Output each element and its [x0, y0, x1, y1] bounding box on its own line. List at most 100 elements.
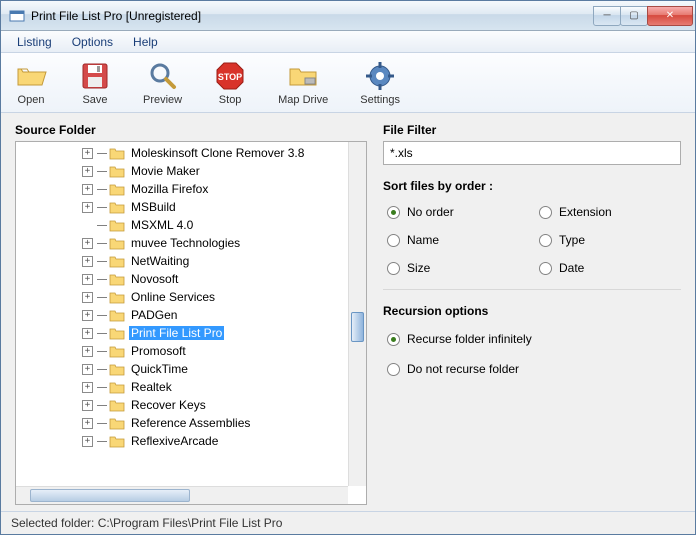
- tree-node[interactable]: + Online Services: [16, 288, 348, 306]
- expand-icon[interactable]: +: [82, 436, 93, 447]
- tree-node-label: Online Services: [129, 290, 217, 304]
- tree-node-label: QuickTime: [129, 362, 190, 376]
- tree-node[interactable]: +Mozilla Firefox: [16, 180, 348, 198]
- radio-name[interactable]: Name: [387, 233, 529, 247]
- tree-node[interactable]: +MSBuild: [16, 198, 348, 216]
- tree-node[interactable]: + Realtek: [16, 378, 348, 396]
- expand-icon[interactable]: +: [82, 292, 93, 303]
- expand-icon[interactable]: +: [82, 184, 93, 195]
- preview-button[interactable]: Preview: [137, 58, 188, 108]
- recursion-group: Recursion options Recurse folder infinit…: [383, 304, 681, 376]
- toolbar: Open Save Preview STOP Stop Map Drive Se…: [1, 53, 695, 113]
- statusbar: Selected folder: C:\Program Files\Print …: [1, 511, 695, 534]
- source-folder-heading: Source Folder: [15, 123, 367, 137]
- tree-node-label: Promosoft: [129, 344, 188, 358]
- tree-node[interactable]: + QuickTime: [16, 360, 348, 378]
- radio-recurse-infinite[interactable]: Recurse folder infinitely: [387, 332, 681, 346]
- menu-help[interactable]: Help: [123, 32, 168, 52]
- radio-icon: [387, 206, 400, 219]
- horizontal-scrollbar[interactable]: [16, 486, 348, 504]
- folder-icon: [109, 416, 125, 430]
- maximize-button[interactable]: ▢: [620, 6, 648, 26]
- tree-node[interactable]: + Recover Keys: [16, 396, 348, 414]
- gear-icon: [364, 60, 396, 92]
- source-folder-panel: Source Folder + Moleskinsoft Clone Remove…: [15, 123, 367, 505]
- tree-node[interactable]: + Moleskinsoft Clone Remover 3.8: [16, 144, 348, 162]
- folder-icon: [109, 254, 125, 268]
- tree-node-label: PADGen: [129, 308, 179, 322]
- radio-noorder[interactable]: No order: [387, 205, 529, 219]
- open-label: Open: [18, 94, 45, 106]
- tree-node[interactable]: +Movie Maker: [16, 162, 348, 180]
- tree-node[interactable]: + NetWaiting: [16, 252, 348, 270]
- radio-date[interactable]: Date: [539, 261, 681, 275]
- tree-node-label: Moleskinsoft Clone Remover 3.8: [129, 146, 306, 160]
- menu-listing[interactable]: Listing: [7, 32, 62, 52]
- menubar: Listing Options Help: [1, 31, 695, 53]
- radio-recurse-none[interactable]: Do not recurse folder: [387, 362, 681, 376]
- mapdrive-button[interactable]: Map Drive: [272, 58, 334, 108]
- folder-icon: [109, 326, 125, 340]
- folder-tree[interactable]: + Moleskinsoft Clone Remover 3.8 +Movie Ma…: [15, 141, 367, 505]
- tree-node-label: NetWaiting: [129, 254, 191, 268]
- tree-node[interactable]: MSXML 4.0: [16, 216, 348, 234]
- expand-icon[interactable]: +: [82, 166, 93, 177]
- sort-group: Sort files by order : No order Extension…: [383, 179, 681, 290]
- expand-icon[interactable]: +: [82, 400, 93, 411]
- stop-icon: STOP: [214, 60, 246, 92]
- tree-node-label: Reference Assemblies: [129, 416, 252, 430]
- tree-node-label: Print File List Pro: [129, 326, 224, 340]
- expand-icon[interactable]: +: [82, 148, 93, 159]
- folder-icon: [109, 362, 125, 376]
- tree-node[interactable]: + Reference Assemblies: [16, 414, 348, 432]
- expand-icon[interactable]: +: [82, 238, 93, 249]
- radio-type[interactable]: Type: [539, 233, 681, 247]
- stop-button[interactable]: STOP Stop: [208, 58, 252, 108]
- expand-icon[interactable]: +: [82, 310, 93, 321]
- radio-icon: [387, 234, 400, 247]
- expand-icon[interactable]: +: [82, 364, 93, 375]
- folder-open-icon: [15, 60, 47, 92]
- radio-size[interactable]: Size: [387, 261, 529, 275]
- tree-node[interactable]: + Print File List Pro: [16, 324, 348, 342]
- expand-icon[interactable]: +: [82, 328, 93, 339]
- scroll-thumb[interactable]: [351, 312, 364, 342]
- titlebar[interactable]: Print File List Pro [Unregistered] ─ ▢ ✕: [1, 1, 695, 31]
- tree-node[interactable]: + Promosoft: [16, 342, 348, 360]
- sort-heading: Sort files by order :: [383, 179, 681, 193]
- tree-node-label: Novosoft: [129, 272, 180, 286]
- tree-node-label: muvee Technologies: [129, 236, 242, 250]
- tree-node-label: Recover Keys: [129, 398, 208, 412]
- tree-node-label: Realtek: [129, 380, 174, 394]
- hscroll-thumb[interactable]: [30, 489, 190, 502]
- tree-node[interactable]: + PADGen: [16, 306, 348, 324]
- folder-icon: [109, 218, 125, 232]
- file-filter-input[interactable]: [383, 141, 681, 165]
- menu-options[interactable]: Options: [62, 32, 123, 52]
- settings-button[interactable]: Settings: [354, 58, 406, 108]
- expand-icon[interactable]: +: [82, 418, 93, 429]
- options-panel: File Filter Sort files by order : No ord…: [383, 123, 681, 505]
- radio-icon: [539, 206, 552, 219]
- vertical-scrollbar[interactable]: [348, 142, 366, 486]
- expand-icon[interactable]: +: [82, 256, 93, 267]
- radio-icon: [387, 333, 400, 346]
- tree-node[interactable]: +ReflexiveArcade: [16, 432, 348, 450]
- svg-text:STOP: STOP: [218, 72, 242, 82]
- radio-icon: [539, 262, 552, 275]
- expand-icon[interactable]: +: [82, 382, 93, 393]
- expand-icon[interactable]: +: [82, 202, 93, 213]
- file-filter-heading: File Filter: [383, 123, 681, 137]
- expand-icon[interactable]: +: [82, 274, 93, 285]
- magnifier-icon: [147, 60, 179, 92]
- minimize-button[interactable]: ─: [593, 6, 621, 26]
- open-button[interactable]: Open: [9, 58, 53, 108]
- folder-icon: [109, 344, 125, 358]
- tree-node[interactable]: + muvee Technologies: [16, 234, 348, 252]
- radio-extension[interactable]: Extension: [539, 205, 681, 219]
- close-button[interactable]: ✕: [647, 6, 693, 26]
- radio-icon: [387, 363, 400, 376]
- tree-node[interactable]: + Novosoft: [16, 270, 348, 288]
- expand-icon[interactable]: +: [82, 346, 93, 357]
- save-button[interactable]: Save: [73, 58, 117, 108]
